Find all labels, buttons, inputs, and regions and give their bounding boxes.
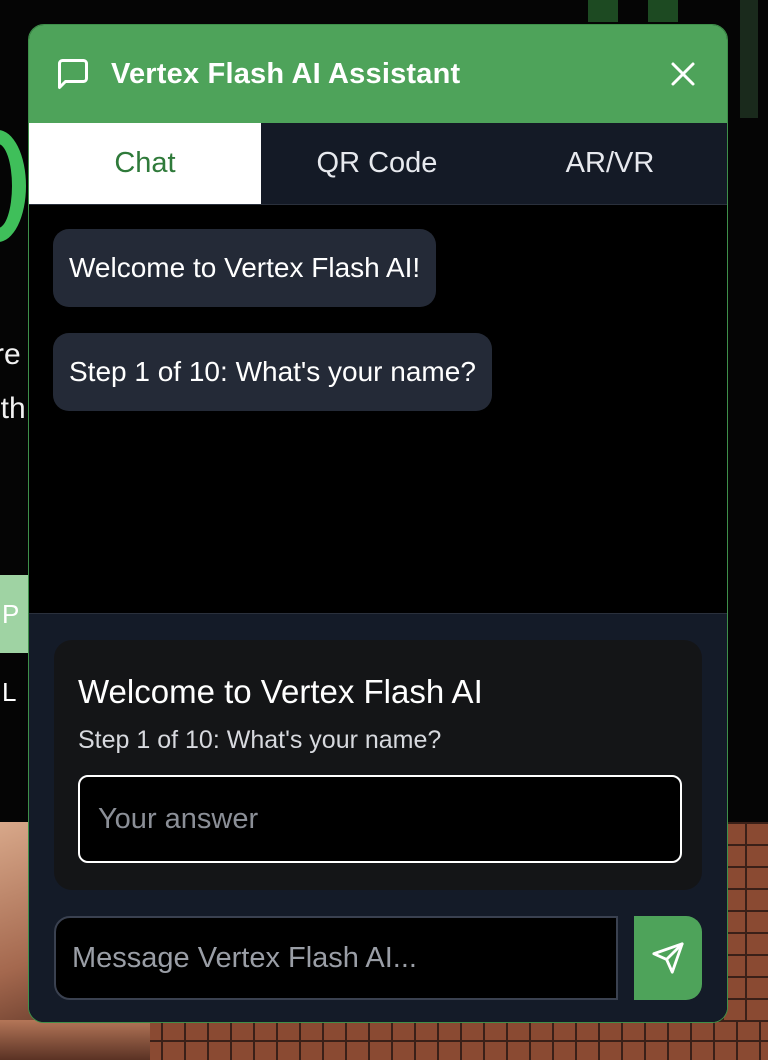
onboarding-step-text: Step 1 of 10: What's your name?	[78, 726, 442, 754]
send-icon	[652, 942, 684, 974]
onboarding-title: Welcome to Vertex Flash AI	[78, 673, 483, 710]
chat-bubble-icon	[55, 55, 93, 93]
tab-bar: Chat QR Code AR/VR	[29, 123, 727, 205]
message-composer	[54, 916, 702, 1000]
close-icon	[671, 62, 695, 86]
background-logo-fragment	[0, 130, 26, 242]
assistant-message: Step 1 of 10: What's your name?	[53, 333, 492, 411]
assistant-message: Welcome to Vertex Flash AI!	[53, 229, 437, 307]
widget-title: Vertex Flash AI Assistant	[111, 57, 461, 90]
answer-input[interactable]	[78, 775, 682, 863]
tab-qr-code[interactable]: QR Code	[261, 123, 493, 204]
background-logo-fragment	[578, 0, 688, 22]
message-input[interactable]	[54, 916, 618, 1000]
send-button[interactable]	[634, 916, 702, 1000]
tab-ar-vr[interactable]: AR/VR	[493, 123, 727, 204]
widget-header: Vertex Flash AI Assistant	[29, 25, 727, 123]
background-bar	[740, 0, 758, 118]
input-panel: Welcome to Vertex Flash AI Step 1 of 10:…	[29, 613, 727, 1022]
chat-widget: Vertex Flash AI Assistant Chat QR Code A…	[28, 24, 728, 1023]
background-text-fragment: ith	[0, 392, 26, 425]
message-list[interactable]: Welcome to Vertex Flash AI! Step 1 of 10…	[29, 205, 727, 613]
tab-chat[interactable]: Chat	[29, 123, 261, 204]
close-button[interactable]	[665, 56, 701, 92]
onboarding-card: Welcome to Vertex Flash AI Step 1 of 10:…	[54, 640, 702, 890]
background-text-fragment: re	[0, 338, 21, 371]
background-photo-fragment	[0, 1020, 150, 1060]
